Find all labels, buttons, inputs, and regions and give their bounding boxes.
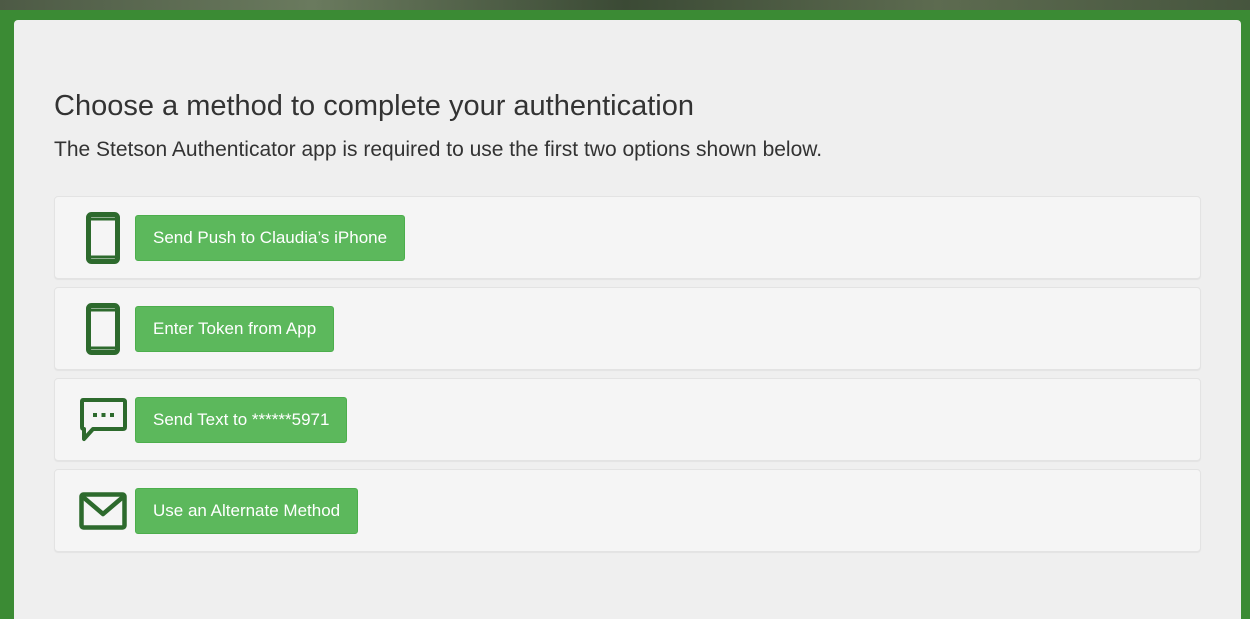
send-push-button[interactable]: Send Push to Claudia’s iPhone <box>135 215 406 261</box>
smartphone-icon <box>79 303 127 355</box>
page-title: Choose a method to complete your authent… <box>54 90 695 122</box>
option-enter-token: Enter Token from App <box>54 287 1201 370</box>
alternate-method-button[interactable]: Use an Alternate Method <box>135 488 359 534</box>
envelope-icon <box>79 485 127 537</box>
chat-bubble-icon <box>79 394 127 446</box>
background-image-strip <box>0 0 1250 10</box>
option-alternate-method: Use an Alternate Method <box>54 469 1201 552</box>
option-send-push: Send Push to Claudia’s iPhone <box>54 196 1201 279</box>
page-subtitle: The Stetson Authenticator app is require… <box>54 138 823 161</box>
option-send-text: Send Text to ******5971 <box>54 378 1201 461</box>
smartphone-icon <box>79 212 127 264</box>
enter-token-button[interactable]: Enter Token from App <box>135 306 335 352</box>
send-text-button[interactable]: Send Text to ******5971 <box>135 397 348 443</box>
auth-panel: Choose a method to complete your authent… <box>14 20 1241 619</box>
